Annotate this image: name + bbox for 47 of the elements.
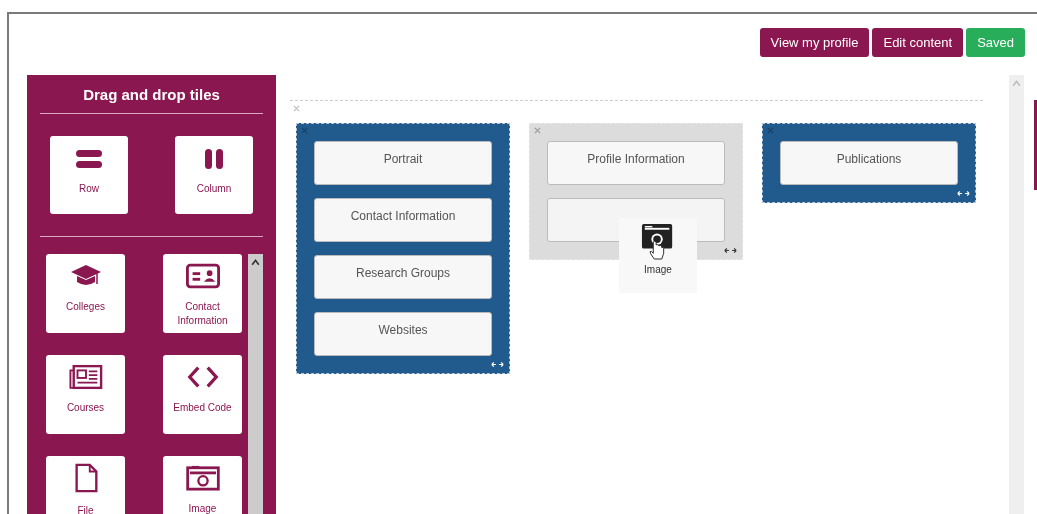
scrollbar[interactable] <box>1009 75 1024 514</box>
layout-tile[interactable]: Column <box>175 136 253 214</box>
contact-card-icon <box>185 263 220 289</box>
content-tile[interactable]: Publications <box>780 141 958 185</box>
close-icon[interactable] <box>767 127 774 134</box>
tile-label: Research Groups <box>355 266 450 280</box>
scrollbar[interactable] <box>248 254 263 514</box>
code-icon <box>185 364 220 390</box>
tile-label: File <box>77 504 94 514</box>
rows-icon <box>76 148 102 170</box>
content-tile[interactable]: Websites <box>314 312 492 356</box>
close-icon[interactable] <box>293 105 300 112</box>
close-icon[interactable] <box>534 127 541 134</box>
tile-label: Image <box>644 264 672 275</box>
close-icon[interactable] <box>301 127 308 134</box>
tile-label: Publications <box>836 152 902 166</box>
camera-icon <box>185 465 220 491</box>
tile-label: Courses <box>66 401 105 415</box>
camera-cursor-icon <box>641 222 675 262</box>
tile-label: Contact Information <box>176 300 229 328</box>
action-button[interactable]: Edit content <box>872 28 964 57</box>
content-tile[interactable]: Colleges <box>46 254 125 333</box>
tile-label: Colleges <box>66 300 105 314</box>
tile-label: Image <box>188 502 217 514</box>
scroll-up-icon[interactable] <box>250 257 261 268</box>
tile-label: Portrait <box>383 152 423 166</box>
content-tile[interactable]: File <box>46 456 125 514</box>
layout-tile[interactable]: Row <box>50 136 128 214</box>
resize-icon[interactable] <box>724 247 737 254</box>
tile-label: Websites <box>378 323 428 337</box>
content-tile[interactable]: Image <box>163 456 242 514</box>
tile-label: Embed Code <box>173 401 232 415</box>
tile-label: Column <box>196 182 232 196</box>
tile-label: Row <box>79 182 99 196</box>
tile-label: Profile Information <box>587 152 685 166</box>
newspaper-icon <box>68 364 103 390</box>
content-tile[interactable]: Contact Information <box>314 198 492 242</box>
action-button[interactable]: View my profile <box>759 28 870 57</box>
content-tile[interactable]: Contact Information <box>163 254 242 333</box>
content-tile[interactable]: Research Groups <box>314 255 492 299</box>
dragged-tile[interactable]: Image <box>619 218 697 293</box>
sidebar-title: Drag and drop tiles <box>83 86 220 103</box>
content-tile[interactable]: Courses <box>46 355 125 434</box>
tile-label: Contact Information <box>350 209 456 223</box>
content-tile[interactable]: Portrait <box>314 141 492 185</box>
content-tile[interactable]: Profile Information <box>547 141 725 185</box>
content-tile[interactable]: Embed Code <box>163 355 242 434</box>
